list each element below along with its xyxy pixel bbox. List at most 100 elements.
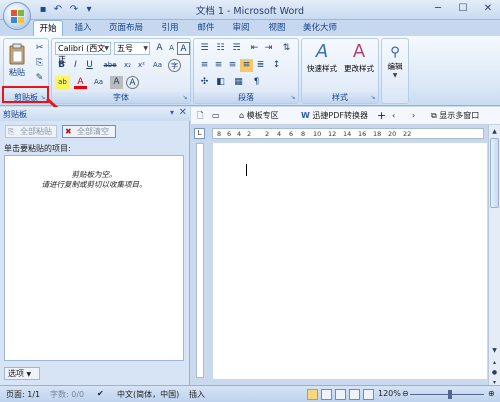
paste-all-button[interactable]: ⎘ 全部粘贴 — [5, 125, 57, 138]
title-bar: ▪ ↶ ↷ ▾ 文档 1 - Microsoft Word ─ ☐ ✕ — [0, 0, 500, 20]
bold-button[interactable]: B — [55, 59, 68, 72]
distributed-icon[interactable]: ≣ — [254, 59, 267, 72]
full-screen-view-icon[interactable] — [321, 389, 332, 400]
increase-indent-icon[interactable]: ⇥ — [262, 42, 275, 55]
close-icon[interactable]: ✕ — [179, 107, 187, 118]
office-button[interactable] — [3, 2, 31, 30]
document-page[interactable] — [212, 143, 487, 379]
numbering-icon[interactable]: ☷ — [214, 42, 227, 55]
change-styles-button[interactable]: A 更改样式 — [341, 41, 377, 74]
tab-page-layout[interactable]: 页面布局 — [102, 20, 150, 36]
char-shading-button[interactable]: A — [110, 76, 123, 89]
zoom-out-icon[interactable]: ⊖ — [402, 389, 409, 398]
text-effect-button[interactable]: Aa — [92, 76, 105, 89]
clipboard-launcher-highlight — [2, 86, 49, 103]
char-border-button[interactable]: A — [177, 42, 190, 55]
tab-beautify-master[interactable]: 美化大师 — [299, 20, 341, 36]
scroll-thumb[interactable] — [490, 138, 499, 208]
highlight-button[interactable]: ab — [55, 76, 70, 89]
shading-icon[interactable]: ◧ — [214, 76, 227, 89]
close-button[interactable]: ✕ — [476, 1, 500, 17]
tab-scroll-left-icon[interactable]: ‹ — [392, 109, 395, 123]
empty-message-line2: 请进行复制或剪切以收集项目。 — [41, 180, 147, 189]
borders-icon[interactable]: ▦ — [232, 76, 245, 89]
language-indicator[interactable]: 中文(简体，中国) — [117, 389, 179, 400]
enclose-char-alt-button[interactable]: A — [126, 76, 139, 89]
vertical-scrollbar[interactable]: ▲ ▼ ▴ ● ▾ — [488, 125, 500, 386]
minimize-button[interactable]: ─ — [426, 1, 450, 17]
quick-styles-button[interactable]: A 快速样式 — [304, 41, 340, 74]
word-count[interactable]: 字数: 0/0 — [50, 389, 84, 400]
tab-review[interactable]: 审阅 — [226, 20, 256, 36]
clipboard-pane: 剪贴板 ▾ ✕ ⎘ 全部粘贴 ✖ 全部清空 单击要粘贴的项目: 剪贴板为空。 请进行… — [0, 107, 190, 385]
format-painter-icon[interactable]: ✎ — [33, 72, 46, 85]
editing-button[interactable]: ⚲ 编辑 ▼ — [383, 45, 407, 79]
decrease-indent-icon[interactable]: ⇤ — [248, 42, 261, 55]
page-count[interactable]: 页面: 1/1 — [6, 389, 40, 400]
tab-insert[interactable]: 插入 — [68, 20, 98, 36]
ruler-number: 2 — [247, 130, 252, 138]
pdf-converter-tab[interactable]: W 迅捷PDF转换器 — [301, 109, 368, 123]
superscript-button[interactable]: x² — [135, 59, 148, 72]
maximize-button[interactable]: ☐ — [451, 1, 475, 17]
copy-icon[interactable]: ⎘ — [33, 57, 46, 70]
options-button[interactable]: 选项 ▼ — [4, 367, 40, 380]
bullets-icon[interactable]: ☰ — [198, 42, 211, 55]
change-case-button[interactable]: Aa — [151, 59, 164, 72]
tab-home[interactable]: 开始 — [33, 20, 63, 36]
tab-scroll-right-icon[interactable]: › — [412, 109, 415, 123]
scroll-up-icon[interactable]: ▲ — [489, 126, 500, 137]
tab-references[interactable]: 引用 — [155, 20, 185, 36]
tab-mailings[interactable]: 邮件 — [191, 20, 221, 36]
template-tab[interactable]: ⌂ 模板专区 — [239, 109, 279, 123]
proofing-icon[interactable]: ✔ — [97, 389, 104, 398]
tab-stop-selector[interactable]: L — [194, 128, 205, 139]
chinese-layout-icon[interactable]: ✣ — [198, 76, 211, 89]
align-right-icon[interactable]: ≡ — [226, 59, 239, 72]
font-launcher-icon[interactable]: ↘ — [181, 94, 189, 102]
italic-button[interactable]: I — [69, 59, 82, 72]
change-styles-icon: A — [352, 41, 366, 62]
open-folder-icon[interactable]: ▭ — [212, 109, 220, 123]
web-layout-view-icon[interactable] — [335, 389, 346, 400]
insert-mode[interactable]: 插入 — [189, 389, 205, 400]
styles-launcher-icon[interactable]: ↘ — [369, 94, 377, 102]
zoom-slider-thumb[interactable] — [448, 390, 452, 399]
zoom-level[interactable]: 120% — [378, 389, 401, 398]
paste-button[interactable]: 粘贴 — [6, 43, 28, 78]
tab-view[interactable]: 视图 — [262, 20, 292, 36]
ruler-number: 4 — [277, 130, 282, 138]
align-left-icon[interactable]: ≡ — [198, 59, 211, 72]
font-color-button[interactable]: A — [74, 76, 87, 89]
underline-button[interactable]: U — [83, 59, 96, 72]
new-doc-icon[interactable]: 🗋 — [197, 109, 203, 123]
line-spacing-icon[interactable]: ↕ — [270, 59, 283, 72]
multilevel-list-icon[interactable]: ☴ — [230, 42, 243, 55]
font-name-select[interactable]: Calibri (西文正 ▼ — [55, 42, 111, 64]
home-icon: ⌂ — [239, 111, 245, 120]
zoom-in-icon[interactable]: ⊕ — [488, 389, 495, 398]
draft-view-icon[interactable] — [363, 389, 374, 400]
print-layout-view-icon[interactable] — [307, 389, 318, 400]
scroll-down-icon[interactable]: ▼ — [489, 345, 500, 356]
outline-view-icon[interactable] — [349, 389, 360, 400]
vertical-ruler[interactable] — [196, 143, 204, 378]
font-size-select[interactable]: 五号 ▼ — [114, 42, 150, 55]
paragraph-launcher-icon[interactable]: ↘ — [289, 94, 297, 102]
subscript-button[interactable]: x₂ — [121, 59, 134, 72]
strikethrough-button[interactable]: abe — [101, 59, 119, 72]
show-multi-window-button[interactable]: ⧉ 显示多窗口 — [431, 109, 479, 123]
show-marks-icon[interactable]: ¶ — [250, 76, 263, 89]
clear-all-button[interactable]: ✖ 全部清空 — [62, 125, 116, 138]
enclose-char-button[interactable]: 字 — [168, 59, 181, 72]
add-tab-button[interactable]: + — [377, 109, 386, 123]
paragraph-group: ☰ ☷ ☴ ⇤ ⇥ ⇅ ≡ ≡ ≡ ≡ ≣ ↕ ✣ ◧ ▦ ¶ 段落 ↘ — [193, 38, 299, 104]
multi-window-icon: ⧉ — [431, 111, 437, 120]
align-center-icon[interactable]: ≡ — [212, 59, 225, 72]
horizontal-ruler[interactable]: 8 6 4 2 2 4 6 8 10 12 14 16 18 20 22 — [212, 128, 484, 139]
cut-icon[interactable]: ✂ — [33, 42, 46, 55]
zoom-slider[interactable] — [410, 394, 484, 395]
pane-options-icon[interactable]: ▾ — [170, 108, 174, 117]
justify-icon[interactable]: ≡ — [240, 59, 253, 72]
sort-icon[interactable]: ⇅ — [280, 42, 293, 55]
